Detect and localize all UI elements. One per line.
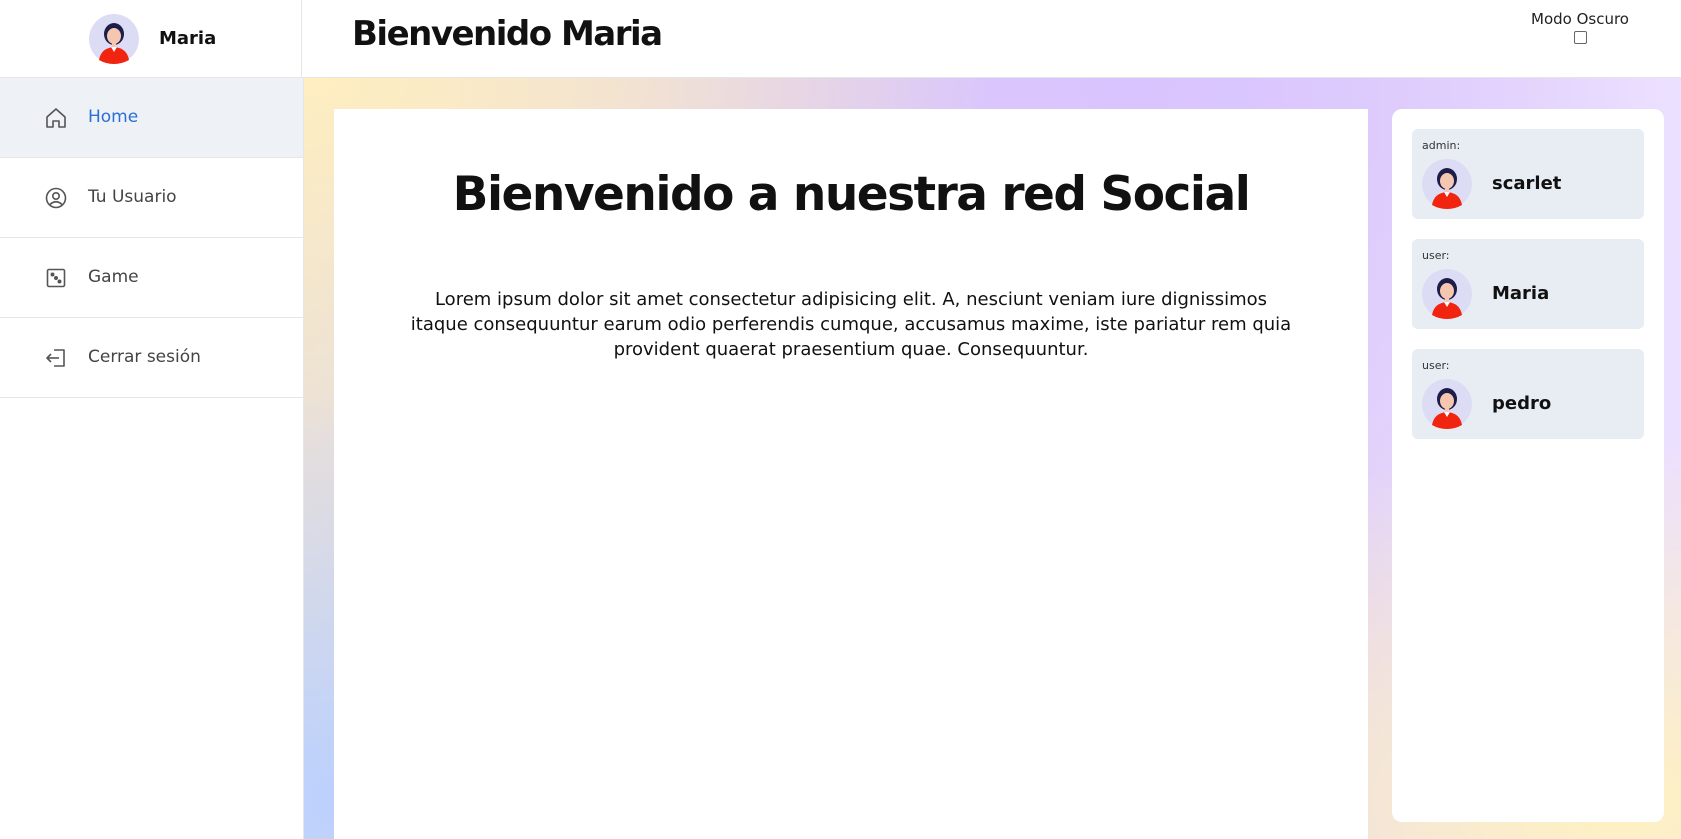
sidebar-item-label: Game xyxy=(88,267,139,287)
user-circle-icon xyxy=(44,186,68,210)
sidebar-item-label: Tu Usuario xyxy=(88,187,177,207)
avatar xyxy=(1422,159,1472,209)
page-title: Bienvenido Maria xyxy=(352,14,663,54)
home-icon xyxy=(44,106,68,130)
sidebar-item-tu-usuario[interactable]: Tu Usuario xyxy=(0,158,303,238)
user-role: user: xyxy=(1422,359,1450,372)
dice-icon xyxy=(44,266,68,290)
sidebar-item-cerrar-sesion[interactable]: Cerrar sesión xyxy=(0,318,303,398)
welcome-heading: Bienvenido a nuestra red Social xyxy=(452,167,1251,222)
user-name: scarlet xyxy=(1492,173,1562,194)
logout-icon xyxy=(44,346,68,370)
sidebar: Home Tu Usuario Game Cerrar sesión xyxy=(0,78,304,839)
welcome-text: Lorem ipsum dolor sit amet consectetur a… xyxy=(410,289,1292,360)
dark-mode-checkbox[interactable] xyxy=(1573,31,1587,44)
sidebar-item-home[interactable]: Home xyxy=(0,78,303,158)
avatar xyxy=(1422,269,1472,319)
sidebar-item-game[interactable]: Game xyxy=(0,238,303,318)
dark-mode-label: Modo Oscuro xyxy=(1531,10,1629,28)
current-user-name: Maria xyxy=(159,28,217,49)
avatar xyxy=(89,14,139,64)
user-card-pedro[interactable]: user: pedro xyxy=(1412,349,1644,439)
user-name: pedro xyxy=(1492,393,1552,414)
user-name: Maria xyxy=(1492,283,1550,304)
sidebar-item-label: Cerrar sesión xyxy=(88,347,201,367)
main-content-card: Bienvenido a nuestra red Social Lorem ip… xyxy=(334,109,1368,839)
current-user-profile[interactable]: Maria xyxy=(0,0,302,78)
avatar xyxy=(1422,379,1472,429)
user-card-scarlet[interactable]: admin: scarlet xyxy=(1412,129,1644,219)
user-role: user: xyxy=(1422,249,1450,262)
users-panel: admin: scarlet user: Maria user: pedro xyxy=(1392,109,1664,822)
user-card-maria[interactable]: user: Maria xyxy=(1412,239,1644,329)
user-role: admin: xyxy=(1422,139,1461,152)
dark-mode-toggle: Modo Oscuro xyxy=(1520,10,1640,48)
top-header: Maria Bienvenido Maria Modo Oscuro xyxy=(0,0,1681,78)
sidebar-item-label: Home xyxy=(88,107,139,127)
